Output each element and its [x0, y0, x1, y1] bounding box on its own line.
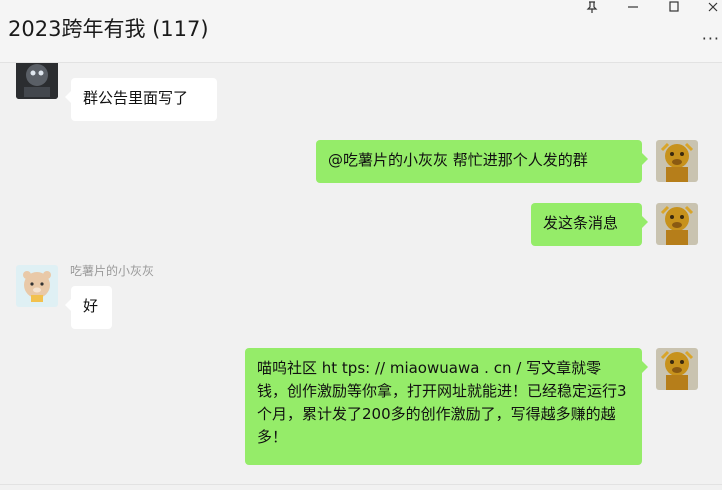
chat-messages-area[interactable]: 群公告里面写了 @吃薯片的小灰灰 帮忙进那个人发的群 发这条消息 吃薯片的小灰灰… — [0, 63, 722, 490]
golden-monkey-avatar-icon[interactable] — [656, 348, 698, 390]
pin-button[interactable] — [579, 0, 605, 14]
message-bubble-incoming[interactable]: 好 — [65, 286, 112, 329]
message-bubble-outgoing[interactable]: 发这条消息 — [531, 203, 648, 246]
message-bubble-outgoing[interactable]: @吃薯片的小灰灰 帮忙进那个人发的群 — [316, 140, 648, 183]
close-icon — [707, 0, 719, 17]
close-button[interactable] — [700, 0, 722, 14]
cartoon-bear-avatar-icon[interactable] — [16, 265, 58, 307]
message-text: 群公告里面写了 — [83, 89, 189, 107]
dark-cartoon-avatar-icon[interactable] — [16, 63, 58, 99]
title-bar: 2023跨年有我 (117) ··· — [0, 0, 722, 63]
message-bubble-incoming[interactable]: 群公告里面写了 — [65, 78, 217, 121]
maximize-button[interactable] — [661, 0, 687, 14]
minimize-icon — [627, 0, 639, 17]
more-options-button[interactable]: ··· — [702, 29, 720, 48]
message-text: 好 — [83, 297, 99, 315]
pin-icon — [586, 0, 598, 17]
minimize-button[interactable] — [620, 0, 646, 14]
golden-monkey-avatar-icon[interactable] — [656, 203, 698, 245]
message-text: 发这条消息 — [543, 214, 619, 232]
message-text: @吃薯片的小灰灰 帮忙进那个人发的群 — [328, 151, 588, 169]
golden-monkey-avatar-icon[interactable] — [656, 140, 698, 182]
maximize-icon — [668, 0, 680, 17]
input-area-divider — [0, 484, 722, 485]
message-bubble-outgoing[interactable]: 喵呜社区 ht tps: // miaowuawa . cn / 写文章就零钱，… — [245, 348, 648, 465]
message-text: 喵呜社区 ht tps: // miaowuawa . cn / 写文章就零钱，… — [257, 359, 627, 446]
sender-name: 吃薯片的小灰灰 — [70, 264, 155, 278]
chat-title: 2023跨年有我 (117) — [8, 17, 209, 41]
